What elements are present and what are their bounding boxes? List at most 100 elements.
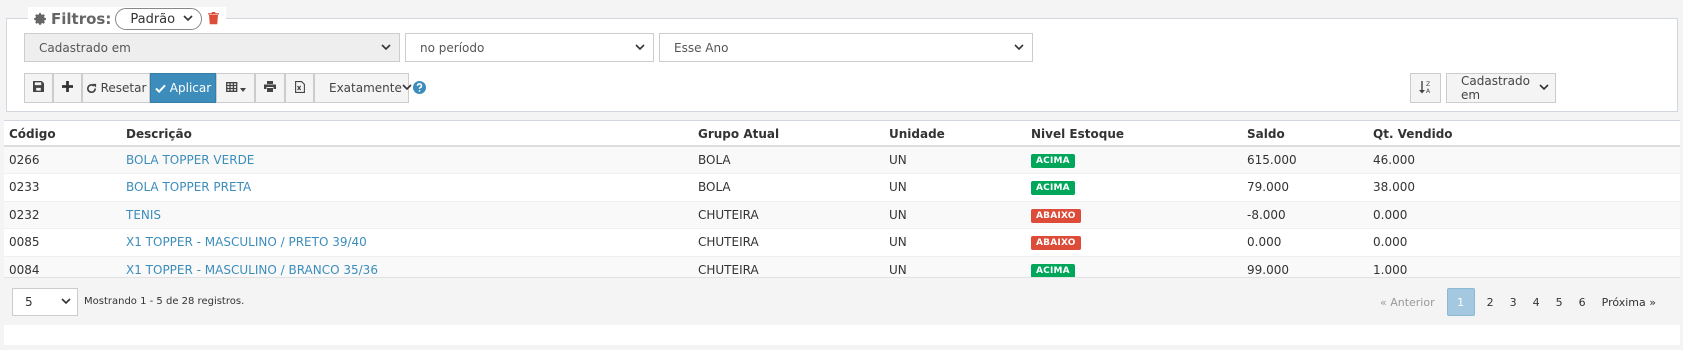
- cell-stock-level: ACIMA: [1031, 145, 1247, 174]
- column-header[interactable]: Nivel Estoque: [1031, 121, 1247, 147]
- sort-direction-button[interactable]: ZA: [1410, 73, 1441, 103]
- chevron-down-icon: [635, 43, 645, 52]
- help-icon[interactable]: [413, 81, 426, 97]
- status-badge: ACIMA: [1031, 154, 1075, 168]
- page-size-select[interactable]: 5: [12, 288, 78, 316]
- cell-stock-level: ABAIXO: [1031, 200, 1247, 229]
- filter-field-value: Cadastrado em: [39, 40, 131, 55]
- column-header[interactable]: Saldo: [1247, 121, 1373, 147]
- cell-sold: 46.000: [1373, 145, 1680, 174]
- product-link[interactable]: TENIS: [126, 208, 161, 222]
- filter-title: Filtros:: [51, 10, 112, 28]
- svg-text:A: A: [1426, 88, 1431, 94]
- cell-description: TENIS: [126, 200, 698, 229]
- svg-text:Z: Z: [1426, 81, 1430, 88]
- column-header[interactable]: Descrição: [126, 121, 698, 147]
- column-header[interactable]: Grupo Atual: [698, 121, 889, 147]
- table-row: 0266 BOLA TOPPER VERDE BOLA UN ACIMA 615.000 4…: [4, 145, 1680, 174]
- match-mode-value: Exatamente: [329, 81, 402, 95]
- chevron-down-icon: [183, 15, 193, 23]
- gear-icon: [32, 11, 48, 27]
- product-link[interactable]: X1 TOPPER - MASCULINO / PRETO 39/40: [126, 235, 367, 249]
- records-info: Mostrando 1 - 5 de 28 registros.: [84, 296, 245, 307]
- pagination: « Anterior 1 2 3 4 5 6 Próxima »: [1372, 288, 1664, 316]
- cell-description: BOLA TOPPER PRETA: [126, 173, 698, 201]
- cell-sold: 0.000: [1373, 200, 1680, 229]
- page-link[interactable]: 3: [1502, 288, 1525, 316]
- table-row: 0233 BOLA TOPPER PRETA BOLA UN ACIMA 79.000 38…: [4, 173, 1680, 201]
- page-link[interactable]: 4: [1525, 288, 1548, 316]
- cell-balance: 615.000: [1247, 145, 1373, 174]
- cell-description: BOLA TOPPER VERDE: [126, 145, 698, 174]
- column-header[interactable]: Unidade: [889, 121, 1031, 147]
- apply-label: Aplicar: [169, 81, 212, 95]
- page-link[interactable]: 2: [1479, 288, 1502, 316]
- table-header-row: Código Descrição Grupo Atual Unidade Niv…: [4, 121, 1680, 147]
- cell-description: X1 TOPPER - MASCULINO / PRETO 39/40: [126, 228, 698, 256]
- filter-value-value: Esse Ano: [674, 40, 729, 55]
- cell-group: BOLA: [698, 173, 889, 201]
- reset-button[interactable]: Resetar: [82, 73, 150, 103]
- save-button[interactable]: [24, 73, 53, 103]
- cell-code: 0085: [4, 228, 126, 256]
- print-button[interactable]: [255, 73, 285, 103]
- status-badge: ABAIXO: [1031, 236, 1081, 251]
- cell-code: 0233: [4, 173, 126, 201]
- next-page-link[interactable]: Próxima »: [1594, 288, 1664, 316]
- status-badge: ACIMA: [1031, 264, 1075, 278]
- filter-value-select[interactable]: Esse Ano: [659, 33, 1033, 62]
- cell-code: 0232: [4, 200, 126, 229]
- cell-unit: UN: [889, 145, 1031, 174]
- chevron-down-icon: [1014, 43, 1024, 52]
- plus-icon: [62, 81, 73, 95]
- status-badge: ACIMA: [1031, 181, 1075, 196]
- chevron-down-icon: [402, 84, 412, 92]
- print-icon: [264, 81, 276, 95]
- page-link[interactable]: 5: [1548, 288, 1571, 316]
- excel-icon: [294, 80, 305, 96]
- filter-operator-value: no período: [420, 40, 485, 55]
- product-link[interactable]: BOLA TOPPER VERDE: [126, 153, 254, 167]
- preset-value: Padrão: [130, 11, 176, 27]
- cell-balance: 79.000: [1247, 173, 1373, 201]
- table-row: 0085 X1 TOPPER - MASCULINO / PRETO 39/40 C…: [4, 228, 1680, 256]
- column-header[interactable]: Qt. Vendido: [1373, 121, 1680, 147]
- products-table: Código Descrição Grupo Atual Unidade Niv…: [4, 121, 1680, 284]
- match-mode-select[interactable]: Exatamente: [314, 73, 412, 103]
- cell-sold: 38.000: [1373, 173, 1680, 201]
- reset-label: Resetar: [100, 81, 147, 95]
- table-row: 0232 TENIS CHUTEIRA UN ABAIXO -8.000 0.000: [4, 200, 1680, 229]
- filter-operator-select[interactable]: no período: [405, 33, 654, 62]
- table-footer: 5 Mostrando 1 - 5 de 28 registros. « Ant…: [4, 277, 1680, 325]
- trash-icon[interactable]: [208, 12, 220, 26]
- add-filter-button[interactable]: [53, 73, 82, 103]
- cell-code: 0266: [4, 145, 126, 174]
- page-size-value: 5: [25, 295, 33, 309]
- page-link[interactable]: 1: [1446, 288, 1475, 316]
- chevron-down-icon: [381, 43, 391, 52]
- caret-down-icon: [239, 81, 246, 95]
- export-excel-button[interactable]: [285, 73, 314, 103]
- product-link[interactable]: BOLA TOPPER PRETA: [126, 180, 251, 194]
- check-icon: [155, 84, 166, 93]
- cell-group: CHUTEIRA: [698, 200, 889, 229]
- apply-button[interactable]: Aplicar: [150, 73, 216, 103]
- cell-group: BOLA: [698, 145, 889, 174]
- prev-page-link[interactable]: « Anterior: [1372, 288, 1443, 316]
- columns-button[interactable]: [216, 73, 255, 103]
- cell-unit: UN: [889, 200, 1031, 229]
- preset-select[interactable]: Padrão: [115, 8, 203, 30]
- refresh-icon: [86, 83, 97, 94]
- status-badge: ABAIXO: [1031, 208, 1081, 223]
- cell-stock-level: ABAIXO: [1031, 228, 1247, 256]
- cell-balance: 0.000: [1247, 228, 1373, 256]
- column-header[interactable]: Código: [4, 121, 126, 147]
- page-link[interactable]: 6: [1571, 288, 1594, 316]
- chevron-down-icon: [61, 298, 71, 306]
- cell-balance: -8.000: [1247, 200, 1373, 229]
- sort-field-select[interactable]: Cadastrado em: [1446, 73, 1556, 103]
- save-icon: [33, 81, 44, 95]
- filter-field-select[interactable]: Cadastrado em: [24, 33, 400, 62]
- product-link[interactable]: X1 TOPPER - MASCULINO / BRANCO 35/36: [126, 263, 378, 277]
- sort-alpha-icon: ZA: [1419, 80, 1432, 97]
